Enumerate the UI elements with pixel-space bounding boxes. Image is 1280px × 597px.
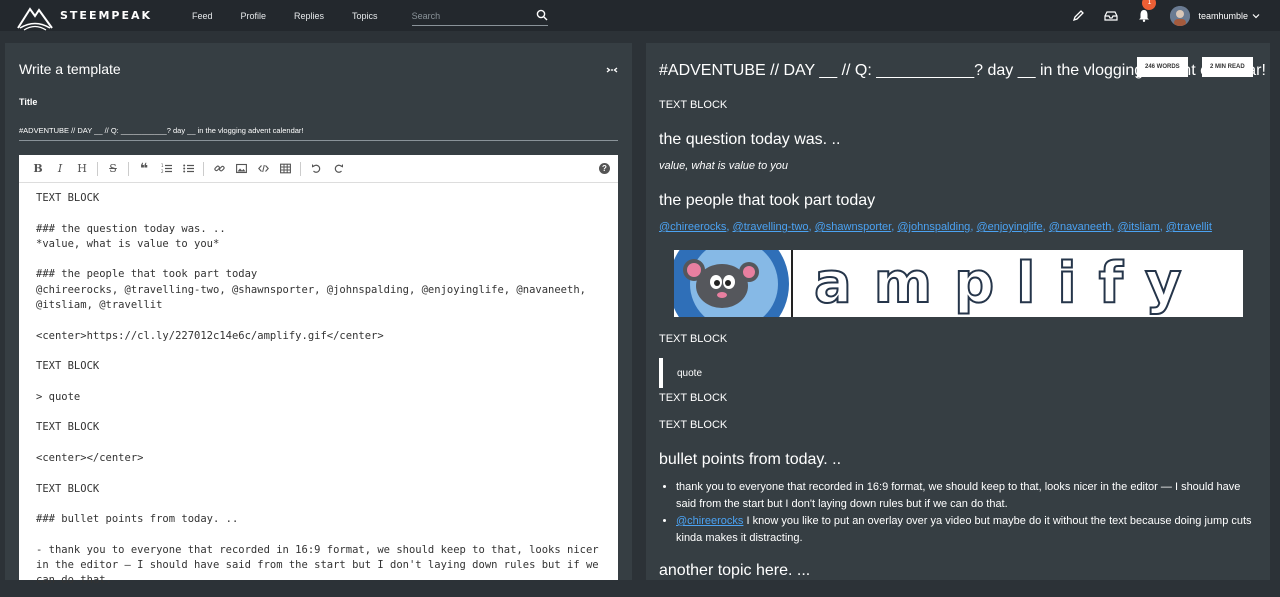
markdown-textarea[interactable]: TEXT BLOCK ### the question today was. .… — [19, 183, 618, 597]
user-link[interactable]: @itsliam — [1117, 221, 1159, 233]
image-icon[interactable] — [230, 158, 252, 180]
user-link[interactable]: @chireerocks — [676, 515, 743, 527]
brand-logo[interactable]: STEEMPEAK — [16, 1, 176, 31]
nav-feed[interactable]: Feed — [192, 11, 213, 21]
user-link[interactable]: @shawnsporter — [815, 221, 892, 233]
undo-icon[interactable] — [305, 158, 327, 180]
preview-heading-bullets: bullet points from today. .. — [659, 451, 842, 468]
code-icon[interactable] — [252, 158, 274, 180]
user-link[interactable]: @enjoyinglife — [976, 221, 1042, 233]
user-link[interactable]: @travelling-two — [733, 221, 809, 233]
toolbar-divider — [203, 161, 204, 176]
preview-heading-another: another topic here. ... — [659, 562, 811, 579]
list-item-text: I know you like to put an overlay over y… — [676, 515, 1252, 544]
heading-icon[interactable]: H — [71, 158, 93, 180]
title-label: Title — [19, 97, 38, 107]
user-avatar-icon — [1170, 5, 1191, 26]
main-nav: Feed Profile Replies Topics — [192, 11, 406, 21]
chevron-down-icon[interactable] — [1252, 12, 1260, 20]
user-link[interactable]: @travellit — [1166, 221, 1212, 233]
preview-panel: #ADVENTUBE // DAY __ // Q: ___________? … — [646, 43, 1270, 580]
preview-text-block: TEXT BLOCK — [659, 419, 728, 431]
username[interactable]: teamhumble — [1198, 11, 1248, 21]
ordered-list-icon[interactable]: 12 — [155, 158, 177, 180]
brand-name: STEEMPEAK — [60, 9, 153, 22]
toolbar-divider — [97, 161, 98, 176]
collapse-icon[interactable] — [606, 66, 618, 74]
wallet-button[interactable] — [1103, 8, 1119, 24]
preview-people-links: @chireerocks, @travelling-two, @shawnspo… — [659, 221, 1212, 233]
bell-icon — [1139, 10, 1150, 22]
search-box — [411, 6, 548, 26]
mountain-logo-icon — [17, 6, 53, 31]
preview-blockquote: quote — [659, 358, 702, 388]
preview-text-block: TEXT BLOCK — [659, 99, 728, 111]
list-item: @chireerocks I know you like to put an o… — [676, 513, 1256, 547]
avatar[interactable] — [1170, 5, 1191, 26]
svg-text:1: 1 — [161, 163, 164, 168]
quote-icon[interactable]: ❝ — [133, 158, 155, 180]
notification-badge: 1 — [1142, 0, 1157, 10]
panel-title: Write a template — [19, 61, 121, 77]
nav-replies[interactable]: Replies — [294, 11, 324, 21]
nav-topics[interactable]: Topics — [352, 11, 378, 21]
user-link[interactable]: @chireerocks — [659, 221, 726, 233]
user-link[interactable]: @navaneeth — [1049, 221, 1112, 233]
inbox-icon — [1104, 10, 1119, 21]
search-icon[interactable] — [536, 9, 548, 21]
bold-icon[interactable]: B — [27, 158, 49, 180]
svg-text:2: 2 — [161, 169, 164, 174]
toolbar-divider — [300, 161, 301, 176]
markdown-editor: B I H S ❝ 12 ? TEXT BLOCK ### the questi… — [19, 155, 618, 586]
top-navbar: STEEMPEAK Feed Profile Replies Topics Se… — [0, 0, 1280, 31]
nav-profile[interactable]: Profile — [241, 11, 267, 21]
link-icon[interactable] — [208, 158, 230, 180]
notifications-button[interactable]: 1 — [1136, 0, 1157, 24]
preview-heading-question: the question today was. .. — [659, 131, 841, 148]
list-item: thank you to everyone that recorded in 1… — [676, 479, 1256, 513]
preview-heading-people: the people that took part today — [659, 192, 876, 209]
toolbar-divider — [128, 161, 129, 176]
read-time-badge: 2 MIN READ — [1202, 57, 1253, 77]
quote-text: quote — [677, 367, 703, 379]
table-icon[interactable] — [274, 158, 296, 180]
user-link[interactable]: @johnspalding — [897, 221, 970, 233]
search-input[interactable] — [411, 6, 530, 25]
user-tools: 1 teamhumble — [1053, 0, 1260, 31]
italic-icon[interactable]: I — [49, 158, 71, 180]
unordered-list-icon[interactable] — [177, 158, 199, 180]
word-count-badge: 246 WORDS — [1137, 57, 1188, 77]
write-post-button[interactable] — [1070, 8, 1086, 24]
preview-text-block: TEXT BLOCK — [659, 333, 728, 345]
strikethrough-icon[interactable]: S — [102, 158, 124, 180]
amplify-banner-text: amplify — [814, 251, 1203, 316]
pencil-icon — [1072, 10, 1084, 22]
help-icon[interactable]: ? — [599, 163, 610, 174]
preview-text-block: TEXT BLOCK — [659, 392, 728, 404]
preview-bullet-list: thank you to everyone that recorded in 1… — [676, 479, 1256, 547]
template-editor-panel: Write a template Title B I H S ❝ 12 — [5, 43, 632, 586]
redo-icon[interactable] — [327, 158, 349, 180]
preview-question-answer: value, what is value to you — [659, 160, 789, 172]
title-input[interactable] — [19, 120, 618, 141]
editor-toolbar: B I H S ❝ 12 ? — [19, 155, 618, 183]
amplify-image: amplify — [674, 250, 1243, 317]
amplify-banner-image: amplify — [674, 250, 1243, 317]
